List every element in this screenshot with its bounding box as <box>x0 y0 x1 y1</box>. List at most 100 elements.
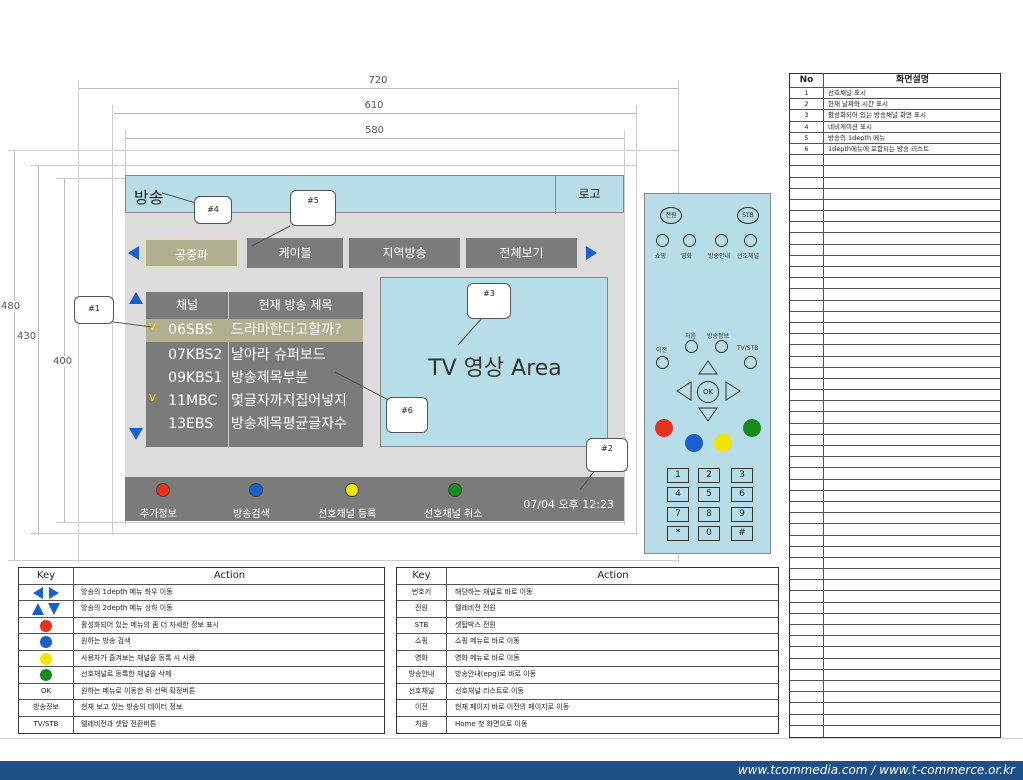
empty-row <box>790 658 1000 670</box>
table-row: OK 원하는 메뉴로 이동한 뒤 선택 확정버튼 <box>19 683 384 700</box>
blue-remote-button[interactable] <box>685 434 703 452</box>
empty-row <box>790 636 1000 648</box>
empty-row <box>790 423 1000 435</box>
empty-row <box>790 580 1000 592</box>
table-row: TV/STB 텔레비전과 셋탑 전환버튼 <box>19 716 384 733</box>
table-row: 전원 텔레비전 전원 <box>397 601 778 618</box>
empty-row <box>790 255 1000 267</box>
empty-row <box>790 367 1000 379</box>
empty-row <box>790 233 1000 245</box>
empty-row <box>790 490 1000 502</box>
table-row: 4 네비게이션 표시 <box>790 121 1000 133</box>
empty-row <box>790 669 1000 681</box>
table-row: 영화 영화 메뉴로 바로 이동 <box>397 650 778 667</box>
table-row: 원하는 방송 검색 <box>19 634 384 651</box>
empty-row <box>790 378 1000 391</box>
callout-1: #1 <box>74 296 114 324</box>
key-action-table-right: Key Action 번호키 해당하는 채널로 바로 이동 전원 텔레비전 전원 S… <box>396 567 779 734</box>
table-row: 이전 현재 페이지 바로 이전의 페이지로 이동 <box>397 700 778 717</box>
table-row: 3 활성화되어 있는 방송채널 화면 표시 <box>790 110 1000 122</box>
table-row: 선호채널로 등록한 채널을 삭제 <box>19 667 384 684</box>
key-1[interactable]: 1 <box>667 468 689 483</box>
key-7[interactable]: 7 <box>667 507 689 522</box>
empty-row <box>790 300 1000 312</box>
table-row: 활성화되어 있는 메뉴의 좀 더 자세한 정보 표시 <box>19 617 384 634</box>
empty-row <box>790 434 1000 446</box>
key-hash[interactable]: # <box>731 526 753 541</box>
footer-bar: www.tcommedia.com / www.t-commerce.or.kr <box>0 761 1023 780</box>
empty-row <box>790 703 1000 715</box>
table-row: 방송의 1depth 메뉴 좌우 이동 <box>19 584 384 601</box>
empty-row <box>790 356 1000 368</box>
empty-row <box>790 267 1000 279</box>
ud-arrows-icon <box>19 601 74 617</box>
empty-row <box>790 390 1000 402</box>
empty-row <box>790 446 1000 458</box>
key-star[interactable]: * <box>667 526 689 541</box>
empty-row <box>790 311 1000 323</box>
table-row: 방송의 2depth 메뉴 상하 이동 <box>19 601 384 618</box>
empty-row <box>790 468 1000 480</box>
table-row: 쇼핑 쇼핑 메뉴로 바로 이동 <box>397 634 778 651</box>
key-6[interactable]: 6 <box>731 487 753 502</box>
key-0[interactable]: 0 <box>698 526 720 541</box>
red-remote-button[interactable] <box>655 419 673 437</box>
key-3[interactable]: 3 <box>731 468 753 483</box>
table-row: 6 1depth메뉴에 포함되는 방송 리스트 <box>790 143 1000 156</box>
table-header-row: Key Action <box>19 568 384 585</box>
empty-row <box>790 479 1000 491</box>
red-dot-icon <box>40 619 52 632</box>
footer-links: www.tcommedia.com / www.t-commerce.or.kr <box>737 763 1015 777</box>
empty-row <box>790 692 1000 704</box>
table-header-row: No 화면설명 <box>790 74 1000 88</box>
empty-row <box>790 188 1000 200</box>
empty-row <box>790 322 1000 335</box>
table-row: 5 방송의 1depth 메뉴 <box>790 132 1000 144</box>
empty-row <box>790 513 1000 525</box>
table-row: 1 선호채널 표시 <box>790 88 1000 100</box>
empty-row <box>790 222 1000 234</box>
empty-row <box>790 602 1000 614</box>
empty-row <box>790 401 1000 413</box>
empty-row <box>790 714 1000 726</box>
empty-row <box>790 625 1000 637</box>
key-2[interactable]: 2 <box>698 468 720 483</box>
empty-row <box>790 289 1000 301</box>
empty-row <box>790 725 1000 737</box>
green-remote-button[interactable] <box>743 419 761 437</box>
table-row: 처음 Home 첫 화면으로 이동 <box>397 716 778 733</box>
screen-description-table: No 화면설명 1 선호채널 표시 2 현재 날짜와 시간 표시 3 활성화되어 있는… <box>789 73 1001 738</box>
yellow-remote-button[interactable] <box>714 434 732 452</box>
callout-6: #6 <box>386 397 428 433</box>
key-8[interactable]: 8 <box>698 507 720 522</box>
empty-row <box>790 155 1000 167</box>
key-5[interactable]: 5 <box>698 487 720 502</box>
dpad-up-icon[interactable] <box>698 360 718 375</box>
dpad-left-icon[interactable] <box>676 381 692 401</box>
table-row: 사용자가 즐겨보는 채널을 등록 시 사용 <box>19 650 384 667</box>
dpad-down-icon[interactable] <box>698 407 718 422</box>
table-row: 방송정보 현재 보고 있는 방송의 데이터 정보 <box>19 700 384 717</box>
empty-row <box>790 177 1000 189</box>
empty-row <box>790 166 1000 178</box>
callout-5: #5 <box>290 190 336 226</box>
key-9[interactable]: 9 <box>731 507 753 522</box>
empty-row <box>790 334 1000 346</box>
dpad-right-icon[interactable] <box>725 381 741 401</box>
empty-row <box>790 524 1000 536</box>
table-row: 2 현재 날짜와 시간 표시 <box>790 99 1000 111</box>
callout-4: #4 <box>194 196 232 224</box>
ok-button[interactable]: OK <box>697 381 719 403</box>
empty-row <box>790 211 1000 223</box>
lr-arrows-icon <box>19 584 74 600</box>
key-action-table-left: Key Action 방송의 1depth 메뉴 좌우 이동 방송의 2dept… <box>18 567 385 734</box>
key-4[interactable]: 4 <box>667 487 689 502</box>
empty-row <box>790 546 1000 558</box>
empty-row <box>790 412 1000 424</box>
empty-row <box>790 680 1000 693</box>
green-dot-icon <box>40 669 52 681</box>
table-row: STB 셋탑박스 전원 <box>397 617 778 634</box>
empty-row <box>790 647 1000 659</box>
remote-control: 전원 STB 쇼핑 영화 방송안내 선호채널 처음 방송정보 이전 TV/STB… <box>644 193 771 554</box>
empty-row <box>790 457 1000 469</box>
